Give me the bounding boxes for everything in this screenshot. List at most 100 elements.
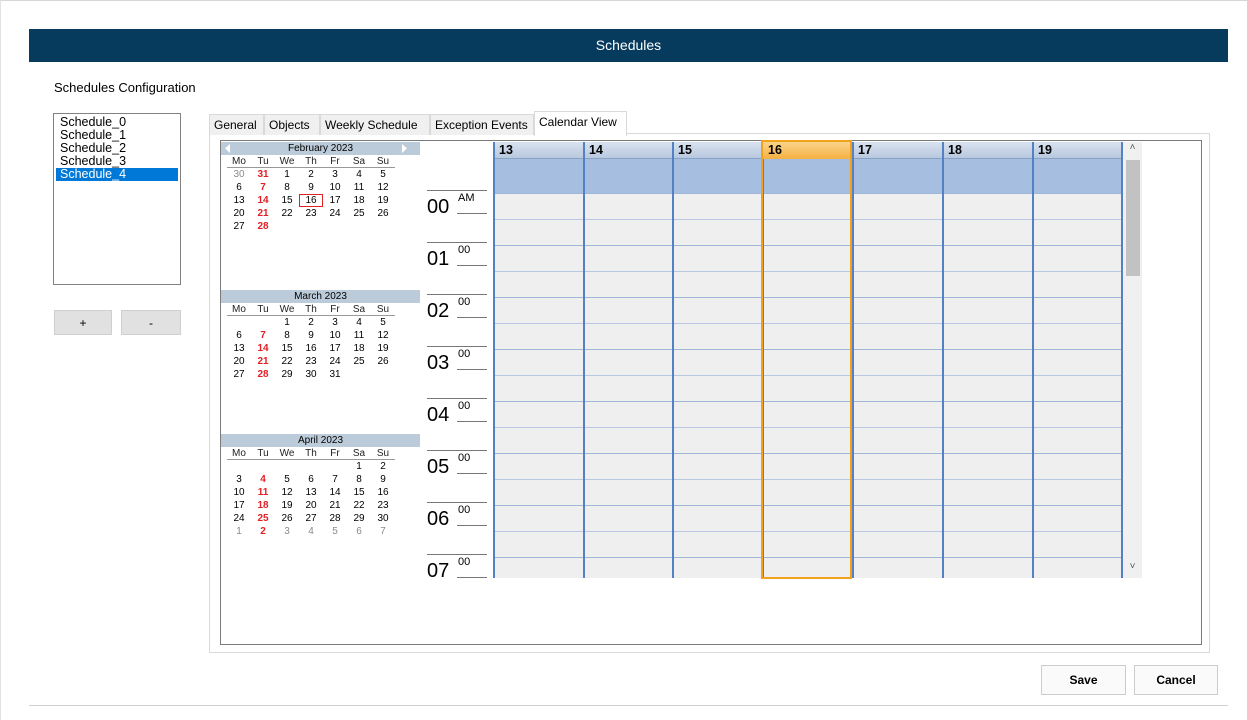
calendar-day[interactable]: 12 <box>371 329 395 342</box>
calendar-day[interactable]: 29 <box>275 368 299 381</box>
calendar-day[interactable]: 10 <box>227 486 251 499</box>
calendar-day[interactable]: 3 <box>323 316 347 329</box>
calendar-day[interactable]: 2 <box>299 316 323 329</box>
tab-calendar-view[interactable]: Calendar View <box>534 111 627 136</box>
calendar-day[interactable]: 25 <box>347 355 371 368</box>
calendar-day[interactable]: 14 <box>251 194 275 207</box>
calendar-day[interactable]: 19 <box>371 342 395 355</box>
calendar-day[interactable]: 8 <box>275 329 299 342</box>
calendar-day[interactable]: 22 <box>347 499 371 512</box>
calendar-day[interactable]: 18 <box>347 342 371 355</box>
calendar-day[interactable]: 2 <box>299 168 323 181</box>
calendar-day[interactable]: 27 <box>227 220 251 233</box>
calendar-day[interactable]: 18 <box>347 194 371 207</box>
calendar-day[interactable]: 4 <box>347 316 371 329</box>
calendar-day[interactable]: 23 <box>299 355 323 368</box>
all-day-area[interactable] <box>1034 159 1123 193</box>
scroll-down-icon[interactable]: ˅ <box>1123 561 1142 578</box>
calendar-day[interactable]: 24 <box>323 207 347 220</box>
calendar-day[interactable]: 8 <box>347 473 371 486</box>
calendar-day[interactable]: 1 <box>227 525 251 538</box>
calendar-day[interactable]: 27 <box>299 512 323 525</box>
calendar-day[interactable]: 1 <box>275 316 299 329</box>
calendar-day[interactable]: 13 <box>299 486 323 499</box>
day-column[interactable] <box>944 193 1032 578</box>
day-header[interactable]: 16 <box>764 142 852 159</box>
calendar-day[interactable]: 23 <box>371 499 395 512</box>
calendar-day[interactable]: 20 <box>227 355 251 368</box>
calendar-day[interactable]: 3 <box>323 168 347 181</box>
calendar-day[interactable]: 2 <box>371 460 395 473</box>
calendar-day[interactable]: 16 <box>299 342 323 355</box>
calendar-day[interactable]: 16 <box>371 486 395 499</box>
tab-exception-events[interactable]: Exception Events <box>430 114 534 135</box>
calendar-day[interactable]: 17 <box>323 342 347 355</box>
calendar-day[interactable]: 7 <box>251 181 275 194</box>
day-header[interactable]: 18 <box>944 142 1032 159</box>
calendar-day[interactable]: 28 <box>251 220 275 233</box>
calendar-day[interactable]: 25 <box>251 512 275 525</box>
schedule-list-item[interactable]: Schedule_4 <box>56 168 178 181</box>
all-day-area[interactable] <box>674 159 762 193</box>
calendar-day[interactable]: 9 <box>299 329 323 342</box>
calendar-day[interactable]: 17 <box>227 499 251 512</box>
calendar-day[interactable]: 10 <box>323 329 347 342</box>
calendar-day[interactable]: 7 <box>251 329 275 342</box>
calendar-day[interactable]: 11 <box>347 329 371 342</box>
calendar-day[interactable]: 6 <box>299 473 323 486</box>
calendar-day[interactable]: 23 <box>299 207 323 220</box>
scroll-thumb[interactable] <box>1126 160 1140 276</box>
calendar-day[interactable]: 28 <box>323 512 347 525</box>
next-month-icon[interactable] <box>400 142 410 155</box>
calendar-day[interactable]: 18 <box>251 499 275 512</box>
calendar-day[interactable]: 7 <box>371 525 395 538</box>
calendar-day[interactable]: 24 <box>227 512 251 525</box>
calendar-day[interactable]: 19 <box>371 194 395 207</box>
calendar-day[interactable]: 25 <box>347 207 371 220</box>
calendar-day[interactable]: 12 <box>371 181 395 194</box>
calendar-day[interactable]: 15 <box>347 486 371 499</box>
calendar-day[interactable]: 2 <box>251 525 275 538</box>
calendar-day[interactable]: 1 <box>275 168 299 181</box>
calendar-day[interactable]: 27 <box>227 368 251 381</box>
calendar-day[interactable]: 3 <box>227 473 251 486</box>
save-button[interactable]: Save <box>1041 665 1126 695</box>
day-column[interactable] <box>674 193 762 578</box>
calendar-day[interactable]: 20 <box>299 499 323 512</box>
all-day-area[interactable] <box>854 159 942 193</box>
calendar-day[interactable]: 5 <box>371 168 395 181</box>
calendar-day[interactable]: 11 <box>251 486 275 499</box>
day-header[interactable]: 15 <box>674 142 762 159</box>
day-column[interactable] <box>854 193 942 578</box>
calendar-day[interactable]: 1 <box>347 460 371 473</box>
vertical-scrollbar[interactable]: ˄ ˅ <box>1123 142 1142 578</box>
calendar-day[interactable]: 15 <box>275 342 299 355</box>
add-schedule-button[interactable]: + <box>54 310 112 335</box>
calendar-day[interactable]: 28 <box>251 368 275 381</box>
day-header[interactable]: 17 <box>854 142 942 159</box>
calendar-day[interactable]: 7 <box>323 473 347 486</box>
calendar-day[interactable]: 6 <box>227 329 251 342</box>
calendar-day[interactable]: 8 <box>275 181 299 194</box>
calendar-day[interactable]: 31 <box>323 368 347 381</box>
all-day-area[interactable] <box>495 159 583 193</box>
calendar-day[interactable]: 21 <box>323 499 347 512</box>
calendar-day[interactable]: 24 <box>323 355 347 368</box>
calendar-day[interactable]: 19 <box>275 499 299 512</box>
calendar-day[interactable]: 6 <box>347 525 371 538</box>
calendar-day[interactable]: 5 <box>323 525 347 538</box>
tab-objects[interactable]: Objects <box>264 114 320 135</box>
calendar-day[interactable]: 4 <box>251 473 275 486</box>
calendar-day[interactable]: 3 <box>275 525 299 538</box>
calendar-day[interactable]: 6 <box>227 181 251 194</box>
calendar-day[interactable]: 11 <box>347 181 371 194</box>
calendar-day[interactable]: 30 <box>371 512 395 525</box>
calendar-day[interactable]: 9 <box>371 473 395 486</box>
calendar-day[interactable]: 13 <box>227 194 251 207</box>
day-header[interactable]: 19 <box>1034 142 1123 159</box>
calendar-day[interactable]: 5 <box>371 316 395 329</box>
schedule-list[interactable]: Schedule_0 Schedule_1 Schedule_2 Schedule_3… <box>53 113 181 285</box>
calendar-day[interactable]: 16 <box>299 194 323 207</box>
calendar-day[interactable]: 9 <box>299 181 323 194</box>
calendar-day[interactable]: 15 <box>275 194 299 207</box>
